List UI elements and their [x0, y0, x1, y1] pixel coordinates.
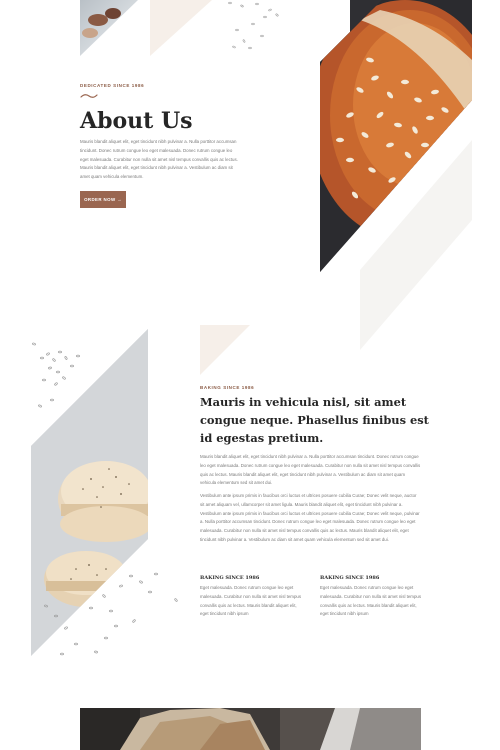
column-1-body: Eget malesuada. Donec rutrum congue leo …: [200, 585, 302, 617]
story-eyebrow: BAKING SINCE 1986: [200, 385, 255, 390]
column-1-title: BAKING SINCE 1986: [200, 575, 260, 581]
decorative-cream-triangle-mid: [200, 325, 250, 375]
sesame-seeds-decoration-bottom: [44, 572, 178, 656]
column-2-body: Eget malesuada. Donec rutrum congue leo …: [320, 585, 422, 617]
story-heading: Mauris in vehicula nisl, sit amet congue…: [200, 395, 429, 445]
page-title: About Us: [80, 108, 193, 134]
column-2-title: BAKING SINCE 1986: [320, 575, 380, 581]
macarons-photo-top: [80, 0, 138, 56]
decorative-cream-triangle: [150, 0, 212, 56]
bakery-bags-photo: [80, 708, 421, 750]
story-paragraph-2: Vestibulum ante ipsum primis in faucibus…: [200, 493, 420, 542]
squiggle-divider-icon: [80, 94, 98, 98]
sesame-seeds-decoration: [228, 1, 279, 50]
sesame-seeds-decoration-left: [32, 342, 80, 408]
order-now-button[interactable]: ORDER NOW →: [80, 191, 126, 208]
order-now-label: ORDER NOW →: [84, 197, 122, 202]
hero-eyebrow: DEDICATED SINCE 1986: [80, 83, 145, 88]
story-paragraph-1: Mauris blandit aliquet elit, eget tincid…: [200, 454, 421, 486]
hero-description: Mauris blandit aliquet elit, eget tincid…: [80, 139, 238, 180]
